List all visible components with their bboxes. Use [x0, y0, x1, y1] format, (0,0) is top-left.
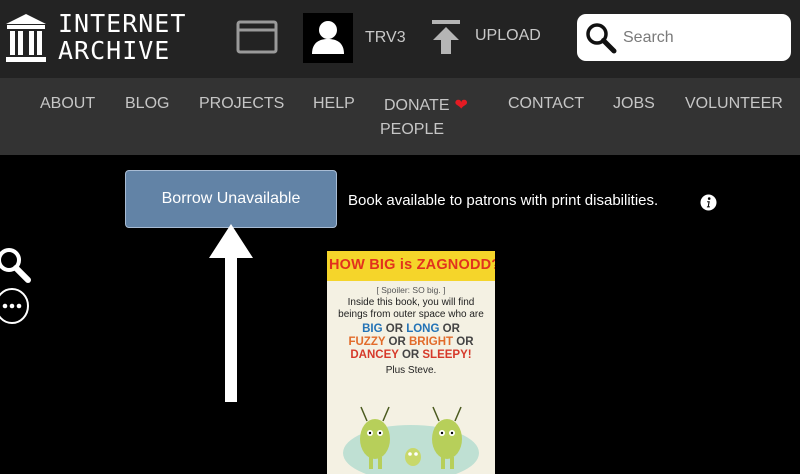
- cover-line-1: Inside this book, you will find: [347, 297, 475, 308]
- upload-icon[interactable]: [431, 19, 461, 55]
- search-icon[interactable]: [585, 22, 617, 54]
- nav-donate[interactable]: DONATE ❤: [384, 95, 468, 115]
- nav-help[interactable]: HELP: [313, 95, 355, 113]
- nav-blog[interactable]: BLOG: [125, 95, 169, 113]
- logo-line-1: INTERNET: [58, 9, 187, 38]
- logo-wordmark: INTERNET ARCHIVE: [58, 10, 186, 64]
- more-options-icon[interactable]: [0, 287, 32, 325]
- word-or: OR: [401, 349, 420, 361]
- nav-contact[interactable]: CONTACT: [508, 95, 584, 113]
- book-cover[interactable]: HOW BIG is ZAGNODD? [ Spoiler: SO big. ]…: [327, 251, 495, 474]
- cover-line-2: beings from outer space who are: [338, 309, 484, 320]
- cover-words-3: DANCEY OR SLEEPY!: [327, 349, 495, 361]
- word-bright: BRIGHT: [408, 336, 454, 348]
- user-avatar[interactable]: [303, 13, 353, 63]
- cover-title-band: HOW BIG is ZAGNODD?: [327, 251, 495, 281]
- word-long: LONG: [406, 323, 440, 335]
- word-or: OR: [456, 336, 474, 348]
- search-inside-icon[interactable]: [0, 246, 34, 284]
- cover-plus-steve: Plus Steve.: [385, 365, 437, 376]
- word-dancey: DANCEY: [350, 349, 399, 361]
- web-media-icon[interactable]: [236, 20, 278, 54]
- user-icon: [312, 21, 344, 54]
- word-fuzzy: FUZZY: [348, 336, 386, 348]
- cover-words-1: BIG OR LONG OR: [327, 323, 495, 335]
- cover-spoiler: [ Spoiler: SO big. ]: [376, 285, 446, 295]
- username-link[interactable]: TRV3: [365, 29, 406, 47]
- nav-about[interactable]: ABOUT: [40, 95, 95, 113]
- nav-jobs[interactable]: JOBS: [613, 95, 655, 113]
- word-or: OR: [385, 323, 403, 335]
- archive-temple-icon: [6, 14, 46, 62]
- upload-link[interactable]: UPLOAD: [475, 27, 541, 45]
- internet-archive-logo[interactable]: INTERNET ARCHIVE: [4, 10, 219, 68]
- cover-title: HOW BIG is ZAGNODD?: [329, 257, 495, 273]
- word-sleepy: SLEEPY!: [422, 349, 472, 361]
- borrow-button[interactable]: Borrow Unavailable: [125, 170, 337, 228]
- info-icon[interactable]: [700, 194, 717, 211]
- pointer-arrow-annotation: [209, 224, 253, 402]
- nav-bar: ABOUT BLOG PROJECTS HELP DONATE ❤ CONTACT…: [0, 78, 800, 155]
- heart-icon: ❤: [454, 97, 468, 114]
- word-or: OR: [388, 336, 406, 348]
- nav-projects[interactable]: PROJECTS: [199, 95, 284, 113]
- nav-volunteer[interactable]: VOLUNTEER: [685, 95, 783, 113]
- nav-people[interactable]: PEOPLE: [380, 121, 444, 139]
- logo-line-2: ARCHIVE: [58, 36, 171, 65]
- availability-text: Book available to patrons with print dis…: [348, 192, 659, 209]
- search-box[interactable]: [577, 14, 791, 61]
- cover-illustration: [343, 406, 479, 474]
- search-input[interactable]: [623, 26, 783, 50]
- top-bar: INTERNET ARCHIVE TRV3 UPLOAD: [0, 0, 800, 78]
- word-big: BIG: [362, 323, 383, 335]
- word-or: OR: [442, 323, 460, 335]
- nav-donate-label: DONATE: [384, 97, 450, 114]
- cover-words-2: FUZZY OR BRIGHT OR: [327, 336, 495, 348]
